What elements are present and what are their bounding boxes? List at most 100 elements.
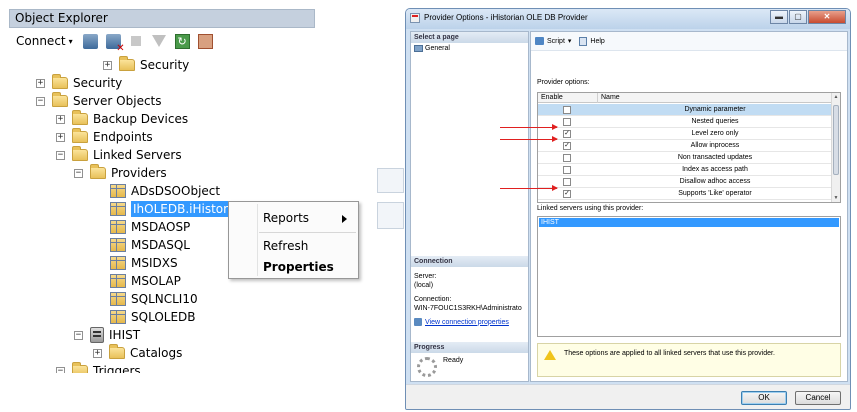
progress-header: Progress <box>411 342 528 353</box>
expand-icon[interactable]: + <box>56 114 65 124</box>
menu-item-refresh[interactable]: Refresh <box>263 236 308 256</box>
tree-node-provider[interactable]: MSIDXS <box>110 254 178 272</box>
tree-node-triggers[interactable]: − Triggers <box>56 362 141 373</box>
collapse-icon[interactable]: − <box>36 96 45 106</box>
tree-node-provider[interactable]: SQLNCLI10 <box>110 290 198 308</box>
tree-node-provider[interactable]: ADsDSOObject <box>110 182 220 200</box>
tree-node-provider[interactable]: MSDASQL <box>110 236 190 254</box>
dialog-toolbar: Script ▾ Help <box>531 32 847 51</box>
expand-icon[interactable]: + <box>93 348 102 358</box>
tree-node-server-objects[interactable]: − Server Objects <box>36 92 162 110</box>
activity-monitor-icon[interactable] <box>197 33 213 49</box>
column-header-enable[interactable]: Enable <box>538 93 598 103</box>
grid-scrollbar[interactable]: ▲ ▼ <box>831 93 840 202</box>
ok-button[interactable]: OK <box>741 391 787 405</box>
script-button[interactable]: Script ▾ <box>535 37 571 45</box>
checkbox-unchecked[interactable] <box>563 118 571 126</box>
provider-icon <box>110 292 126 306</box>
dialog-left-pane: Select a page General Connection Server:… <box>410 31 529 382</box>
grid-row[interactable]: Index as access path <box>538 164 832 176</box>
grid-row[interactable]: ✓ Supports 'Like' operator <box>538 188 832 200</box>
filter-icon[interactable] <box>151 35 166 47</box>
tree-node-endpoints[interactable]: + Endpoints <box>56 128 153 146</box>
column-header-name[interactable]: Name <box>598 93 832 103</box>
minimize-button[interactable]: ▬ <box>770 10 788 24</box>
scroll-down-icon[interactable]: ▼ <box>833 195 839 201</box>
close-button[interactable]: ✕ <box>808 10 846 24</box>
menu-item-reports[interactable]: Reports <box>263 208 309 228</box>
disconnect-database-icon[interactable] <box>105 33 125 54</box>
checkbox-unchecked[interactable] <box>563 166 571 174</box>
tree-node-backup-devices[interactable]: + Backup Devices <box>56 110 188 128</box>
tree-node-provider[interactable]: SQLOLEDB <box>110 308 196 326</box>
grid-header: Enable Name <box>538 93 840 103</box>
server-label: Server: <box>414 273 437 280</box>
page-general[interactable]: General <box>411 43 528 54</box>
checkbox-checked[interactable]: ✓ <box>563 190 571 198</box>
grid-row[interactable]: ✓ Allow inprocess <box>538 140 832 152</box>
provider-options-dialog: Provider Options - iHistorian OLE DB Pro… <box>405 8 851 410</box>
stop-icon[interactable] <box>130 36 141 46</box>
refresh-icon[interactable]: ↻ <box>174 33 190 49</box>
provider-options-label: Provider options: <box>537 79 590 86</box>
tree-node-label: IHIST <box>109 328 141 342</box>
provider-icon <box>110 184 126 198</box>
tree-node-ihist[interactable]: − IHIST <box>74 326 140 344</box>
tree-node-provider[interactable]: MSDAOSP <box>110 218 190 236</box>
collapse-icon[interactable]: − <box>74 330 83 340</box>
tree-node-security-sub[interactable]: + Security <box>103 56 189 74</box>
window-icon <box>410 13 420 23</box>
server-value: (local) <box>414 282 434 289</box>
checkbox-unchecked[interactable] <box>563 106 571 114</box>
connect-database-icon[interactable] <box>82 33 98 49</box>
scroll-up-icon[interactable]: ▲ <box>833 94 839 100</box>
collapse-icon[interactable]: − <box>56 366 65 373</box>
scroll-thumb[interactable] <box>833 105 839 175</box>
tree-node-providers[interactable]: − Providers <box>74 164 167 182</box>
checkbox-checked[interactable]: ✓ <box>563 130 571 138</box>
provider-options-grid: Enable Name Dynamic parameter Nested quer… <box>537 92 841 203</box>
help-button[interactable]: Help <box>579 36 605 46</box>
progress-section: Progress Ready <box>411 342 528 377</box>
collapse-icon[interactable]: − <box>74 168 83 178</box>
grid-row[interactable]: Non transacted updates <box>538 152 832 164</box>
folder-icon <box>90 164 106 179</box>
menu-item-properties[interactable]: Properties <box>263 257 334 277</box>
linked-servers-list[interactable]: IHIST <box>537 216 841 337</box>
grid-row[interactable]: Dynamic parameter <box>538 104 832 116</box>
warning-icon <box>544 350 556 360</box>
connection-header: Connection <box>411 256 528 267</box>
view-connection-properties-link[interactable]: View connection properties <box>411 318 528 326</box>
option-name: Supports 'Like' operator <box>678 190 752 197</box>
collapse-icon[interactable]: − <box>56 150 65 160</box>
grid-row[interactable]: Nested queries <box>538 116 832 128</box>
annotation-arrow <box>500 185 558 191</box>
list-item[interactable]: IHIST <box>539 218 839 227</box>
folder-icon <box>72 362 88 373</box>
checkbox-checked[interactable]: ✓ <box>563 142 571 150</box>
tree-node-provider[interactable]: MSOLAP <box>110 272 181 290</box>
checkbox-unchecked[interactable] <box>563 154 571 162</box>
progress-spinner-icon <box>417 357 437 377</box>
folder-icon <box>72 110 88 125</box>
tree-node-catalogs[interactable]: + Catalogs <box>93 344 182 362</box>
tree-node-linked-servers[interactable]: − Linked Servers <box>56 146 182 164</box>
grid-row[interactable]: Disallow adhoc access <box>538 176 832 188</box>
tree-node-security[interactable]: + Security <box>36 74 122 92</box>
tree-node-label: Backup Devices <box>93 112 189 126</box>
maximize-button[interactable]: ▢ <box>789 10 807 24</box>
folder-icon <box>109 344 125 359</box>
dialog-title: Provider Options - iHistorian OLE DB Pro… <box>424 13 588 22</box>
tree-node-label: Catalogs <box>130 346 183 360</box>
cancel-button[interactable]: Cancel <box>795 391 841 405</box>
connect-button[interactable]: Connect ▾ <box>16 34 73 48</box>
info-message-box: These options are applied to all linked … <box>537 343 841 377</box>
checkbox-unchecked[interactable] <box>563 178 571 186</box>
expand-icon[interactable]: + <box>56 132 65 142</box>
grid-row[interactable]: ✓ Level zero only <box>538 128 832 140</box>
view-connection-properties-label: View connection properties <box>425 318 509 326</box>
expand-icon[interactable]: + <box>36 78 45 88</box>
provider-icon <box>110 256 126 270</box>
dialog-titlebar[interactable]: Provider Options - iHistorian OLE DB Pro… <box>406 9 850 29</box>
expand-icon[interactable]: + <box>103 60 112 70</box>
